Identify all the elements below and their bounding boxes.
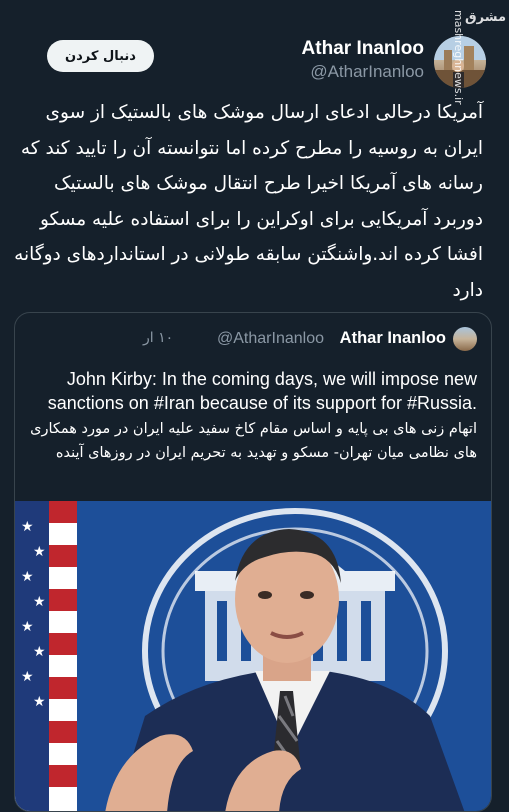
quoted-author-name: Athar Inanloo <box>339 329 446 347</box>
svg-text:★: ★ <box>21 519 34 535</box>
author-handle[interactable]: @AtharInanloo <box>310 62 424 82</box>
quoted-photo[interactable]: ★ ★ ★ ★ ★ ★ ★ ★ <box>15 501 491 811</box>
quoted-author-avatar <box>453 327 477 351</box>
quoted-text-persian: اتهام زنی های بی پایه و اساس مقام کاخ سف… <box>30 421 477 461</box>
speaker-figure <box>105 529 465 811</box>
us-flag-graphic: ★ ★ ★ ★ ★ ★ ★ ★ <box>15 501 77 811</box>
watermark: مشرق mashreghnews.ir <box>452 10 506 250</box>
follow-button[interactable]: دنبال کردن <box>47 40 154 72</box>
author-name[interactable]: Athar Inanloo <box>302 38 424 60</box>
quoted-author-handle: @AtharInanloo <box>217 330 324 347</box>
svg-text:★: ★ <box>33 644 46 660</box>
svg-text:★: ★ <box>21 669 34 685</box>
quoted-text-english: John Kirby: In the coming days, we will … <box>47 369 477 413</box>
svg-text:★: ★ <box>21 619 34 635</box>
quoted-timestamp: ۱۰ ار <box>143 330 174 346</box>
watermark-url: mashreghnews.ir <box>452 10 465 105</box>
svg-text:★: ★ <box>33 544 46 560</box>
tweet-text: آمریکا درحالی ادعای ارسال موشک های بالست… <box>14 102 483 301</box>
watermark-logo: مشرق <box>465 10 506 25</box>
tweet-card: Athar Inanloo @AtharInanloo دنبال کردن آ… <box>0 0 509 812</box>
svg-text:★: ★ <box>33 694 46 710</box>
svg-text:★: ★ <box>21 569 34 585</box>
quoted-tweet[interactable]: Athar Inanloo @AtharInanloo ۱۰ ار John K… <box>14 312 492 812</box>
svg-text:★: ★ <box>33 594 46 610</box>
